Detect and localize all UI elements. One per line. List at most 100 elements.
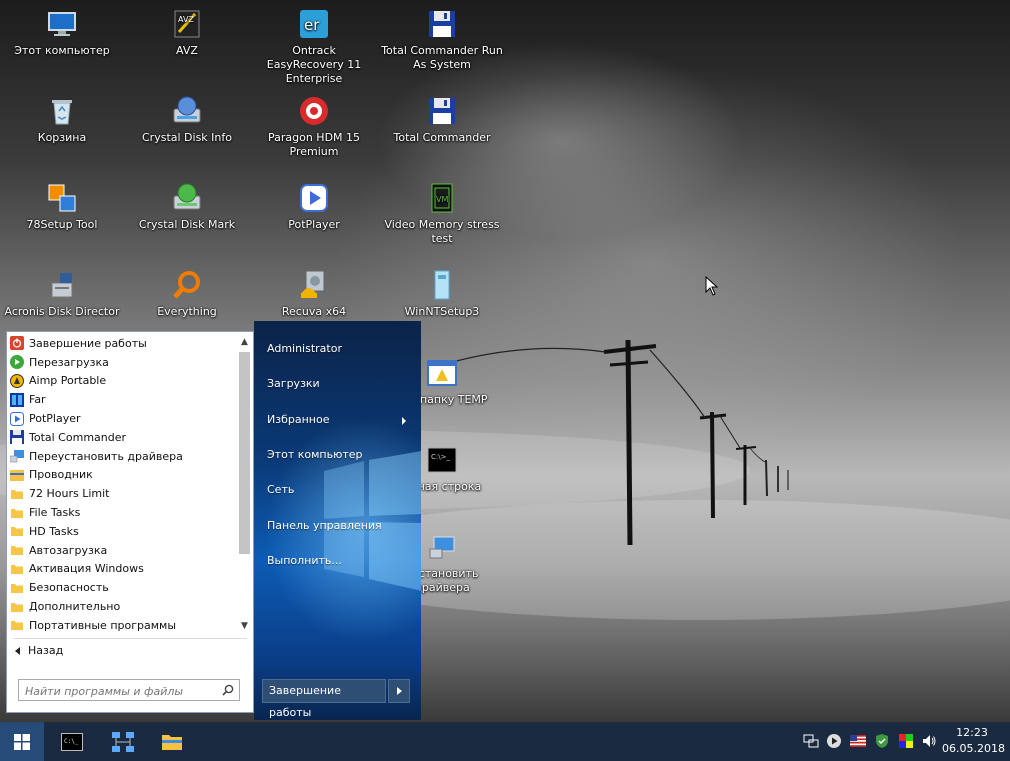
desktop-icon-avz[interactable]: AVZ AVZ: [125, 8, 249, 58]
program-folder-windows-activation[interactable]: Активация Windows: [7, 560, 239, 579]
folder-icon: [11, 527, 23, 537]
program-folder-autostart[interactable]: Автозагрузка: [7, 541, 239, 560]
taskbar: C:\_ 12:23 06.05.2018: [0, 722, 1010, 761]
program-label: Aimp Portable: [29, 374, 107, 388]
program-label: Far: [29, 393, 46, 407]
restart-icon: [10, 355, 24, 370]
start-right-administrator[interactable]: Administrator: [267, 342, 342, 355]
program-item-far[interactable]: Far: [7, 390, 239, 409]
program-item-explorer[interactable]: Проводник: [7, 466, 239, 485]
desktop-icon-label: Корзина: [37, 131, 87, 144]
us-flag-icon[interactable]: [850, 733, 866, 749]
driver-icon: [429, 536, 455, 559]
computer-icon: [48, 12, 76, 36]
desktop-icon-easyrecovery[interactable]: er Ontrack EasyRecovery 11 Enterprise: [252, 8, 376, 86]
desktop-icon-label: Ontrack EasyRecovery 11 Enterprise: [266, 44, 362, 85]
floppy-icon: [429, 98, 455, 124]
system-clock[interactable]: 12:23 06.05.2018: [942, 725, 1005, 757]
mouse-cursor-icon: [705, 276, 719, 296]
program-item-total-commander[interactable]: Total Commander: [7, 428, 239, 447]
program-folder-72-hours[interactable]: 72 Hours Limit: [7, 484, 239, 503]
program-folder-hd-tasks[interactable]: HD Tasks: [7, 522, 239, 541]
start-right-this-pc[interactable]: Этот компьютер: [267, 448, 363, 461]
floppy-icon: [429, 11, 455, 37]
power-icon: [10, 336, 24, 351]
start-right-network[interactable]: Сеть: [267, 483, 294, 496]
shield-icon[interactable]: [874, 733, 890, 749]
far-icon: [10, 392, 24, 407]
media-play-icon[interactable]: [826, 733, 842, 749]
program-item-potplayer[interactable]: PotPlayer: [7, 409, 239, 428]
potplayer-icon: [10, 411, 24, 426]
start-right-favorites[interactable]: Избранное: [267, 413, 329, 426]
search-box[interactable]: [18, 679, 240, 702]
program-folder-security[interactable]: Безопасность: [7, 578, 239, 597]
program-folder-additional[interactable]: Дополнительно: [7, 597, 239, 616]
scroll-up-arrow-icon[interactable]: ▲: [238, 336, 251, 348]
svg-text:VM: VM: [436, 195, 448, 204]
cmd-icon: C:\_: [61, 732, 83, 751]
start-right-downloads[interactable]: Загрузки: [267, 377, 320, 390]
program-list-scrollbar[interactable]: ▲ ▼: [238, 334, 251, 634]
crystal-disk-info-icon: [173, 96, 201, 123]
paragon-icon: [300, 97, 328, 125]
program-item-restart[interactable]: Перезагрузка: [7, 353, 239, 372]
desktop-icon-everything[interactable]: Everything: [125, 269, 249, 319]
program-label: Безопасность: [29, 581, 109, 595]
recycle-bin-icon: [52, 100, 72, 125]
scrollbar-thumb[interactable]: [239, 352, 250, 554]
potplayer-icon: [300, 184, 328, 212]
recuva-icon: [301, 270, 325, 298]
svg-text:er: er: [304, 16, 320, 34]
desktop-icon-total-commander[interactable]: Total Commander: [380, 95, 504, 145]
explorer-icon: [162, 734, 182, 750]
desktop-icon-label: Video Memory stress test: [384, 218, 500, 245]
desktop-icon-acronis[interactable]: Acronis Disk Director: [0, 269, 124, 319]
taskbar-app-explorer[interactable]: [148, 722, 196, 761]
program-folder-file-tasks[interactable]: File Tasks: [7, 503, 239, 522]
program-folder-portable[interactable]: Портативные программы: [7, 616, 239, 635]
start-menu-places-pane: Administrator Загрузки Избранное Этот ко…: [254, 321, 421, 720]
program-item-aimp[interactable]: Aimp Portable: [7, 372, 239, 391]
program-label: Активация Windows: [29, 562, 144, 576]
color-icon[interactable]: [898, 733, 914, 749]
desktop-icon-this-pc[interactable]: Этот компьютер: [0, 8, 124, 58]
folder-icon: [11, 564, 23, 574]
svg-text:C:\_: C:\_: [64, 738, 79, 745]
desktop-icon-potplayer[interactable]: PotPlayer: [252, 182, 376, 232]
volume-icon[interactable]: [921, 733, 937, 749]
desktop-icon-tc-system[interactable]: Total Commander Run As System: [380, 8, 504, 72]
desktop-icon-78setup[interactable]: 78Setup Tool: [0, 182, 124, 232]
desktop-icon-paragon[interactable]: Paragon HDM 15 Premium: [252, 95, 376, 159]
program-label: Автозагрузка: [29, 543, 108, 557]
desktop-icon-video-memory[interactable]: VM Video Memory stress test: [380, 182, 504, 246]
program-label: HD Tasks: [29, 524, 79, 538]
desktop-icon-crystal-disk-info[interactable]: Crystal Disk Info: [125, 95, 249, 145]
start-button[interactable]: [0, 722, 44, 761]
start-right-control-panel[interactable]: Панель управления: [267, 519, 382, 532]
taskbar-app-network[interactable]: [99, 722, 147, 761]
shutdown-button[interactable]: Завершение работы: [262, 679, 386, 719]
desktop-icon-recuva[interactable]: Recuva x64: [252, 269, 376, 319]
program-item-shutdown[interactable]: Завершение работы: [7, 334, 239, 353]
submenu-arrow-icon: [402, 417, 406, 425]
network-icon: [112, 731, 134, 752]
desktop-icon-recycle-bin[interactable]: Корзина: [0, 95, 124, 145]
folder-icon: [11, 508, 23, 518]
avz-icon: AVZ: [174, 10, 200, 38]
start-right-run[interactable]: Выполнить...: [267, 554, 342, 567]
divider: [13, 638, 247, 639]
program-label: PotPlayer: [29, 412, 81, 426]
desktop-icon-label: PotPlayer: [288, 218, 340, 231]
search-icon[interactable]: [222, 684, 234, 696]
network-tray-icon[interactable]: [803, 733, 819, 749]
program-item-reinstall-drivers[interactable]: Переустановить драйвера: [7, 447, 239, 466]
desktop-icon-crystal-disk-mark[interactable]: Crystal Disk Mark: [125, 182, 249, 232]
search-input[interactable]: [19, 681, 215, 702]
back-button[interactable]: Назад: [15, 644, 63, 657]
shutdown-options-button[interactable]: [388, 679, 410, 703]
scroll-down-arrow-icon[interactable]: ▼: [238, 620, 251, 632]
taskbar-app-cmd[interactable]: C:\_: [48, 722, 96, 761]
desktop-icon-label: Crystal Disk Info: [142, 131, 232, 144]
desktop-icon-winntsetup[interactable]: WinNTSetup3: [380, 269, 504, 319]
